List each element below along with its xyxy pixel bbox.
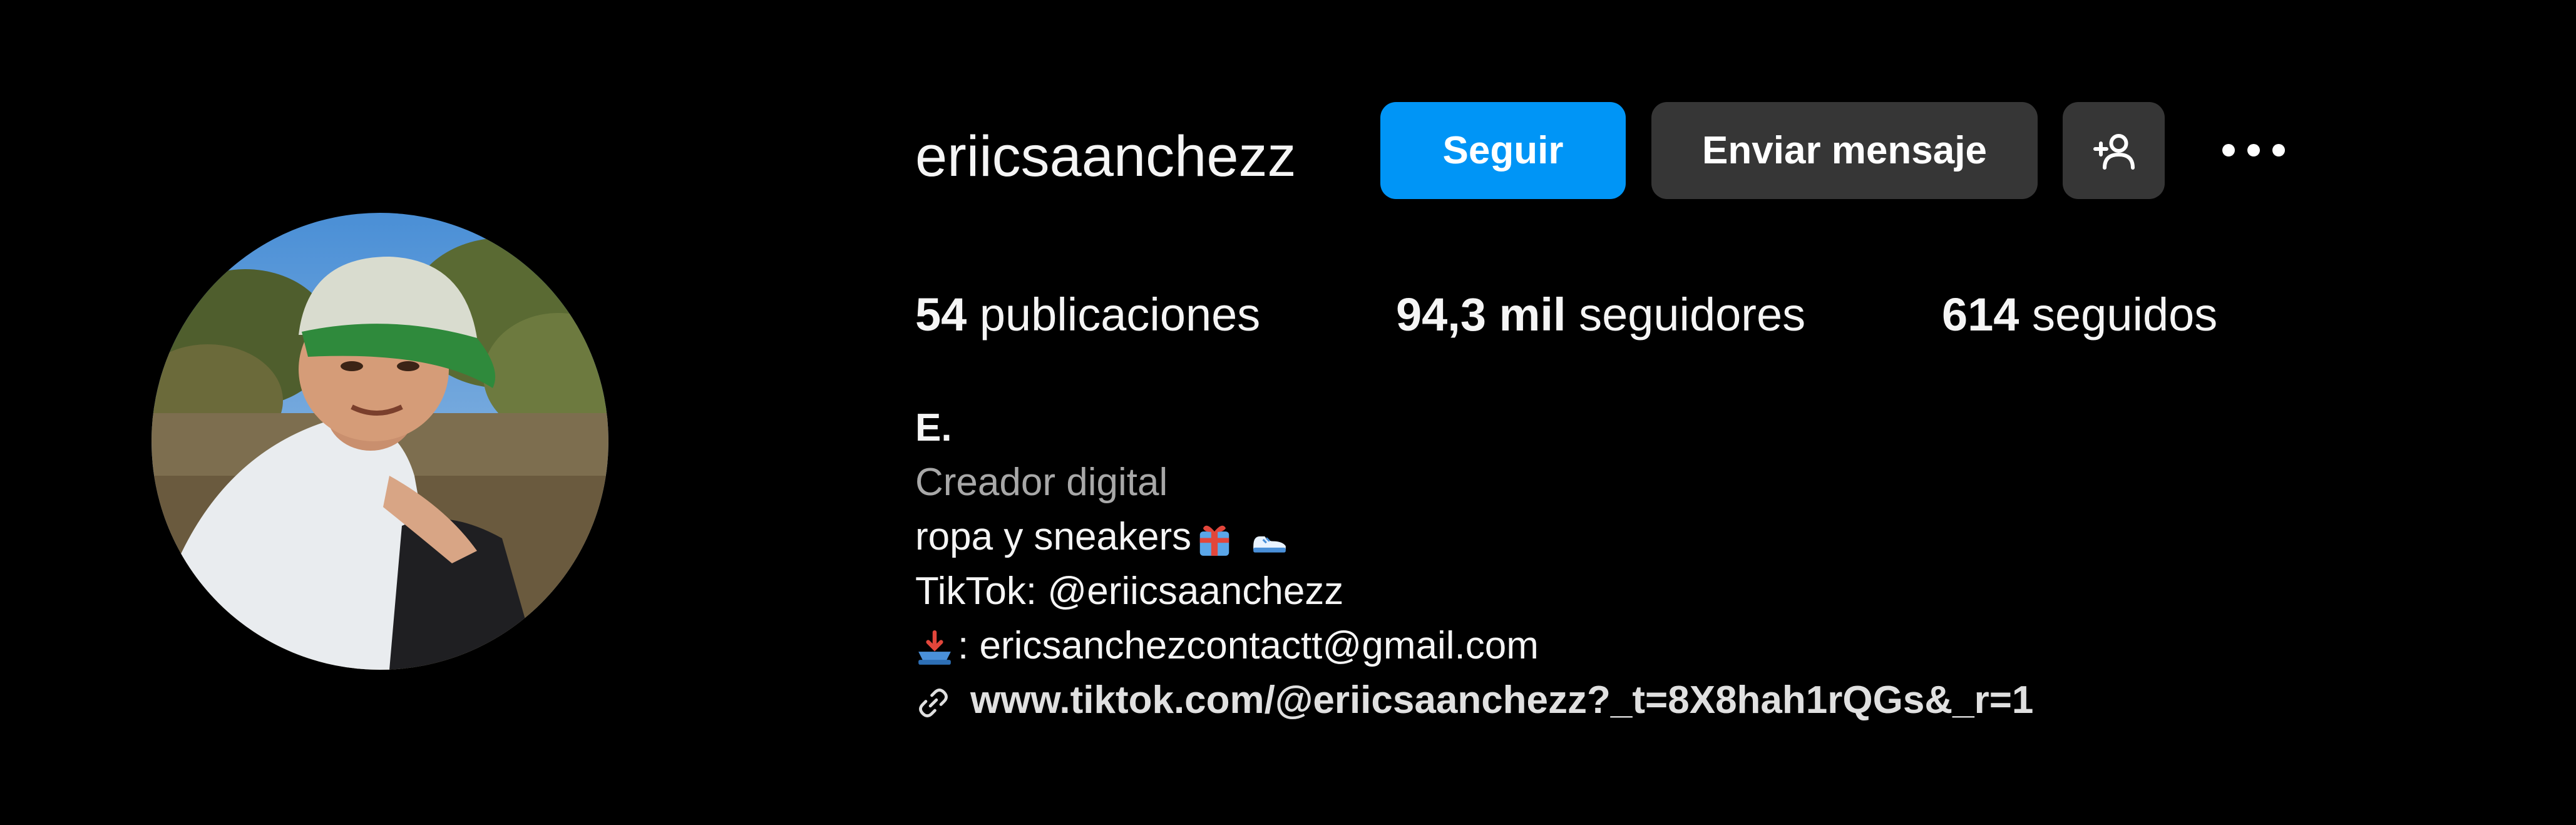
link-icon — [919, 688, 948, 717]
inbox-tray-icon — [918, 630, 951, 665]
bio-line-tiktok: TikTok: @eriicsaanchezz — [915, 570, 1344, 613]
bio-category: Creador digital — [915, 461, 1168, 504]
profile-stats: 54 publicaciones 94,3 mil seguidores 614… — [0, 280, 2576, 349]
bio-line-clothing: ropa y sneakers — [915, 510, 2033, 564]
followers-stat[interactable]: 94,3 mil seguidores — [1396, 280, 1805, 349]
posts-stat[interactable]: 54 publicaciones — [915, 280, 1260, 349]
gift-icon — [1199, 525, 1229, 556]
following-stat[interactable]: 614 seguidos — [1942, 280, 2217, 349]
follow-button[interactable]: Seguir — [1380, 102, 1626, 199]
followers-count: 94,3 mil — [1396, 289, 1566, 341]
following-count: 614 — [1942, 289, 2019, 341]
more-options-button[interactable] — [2216, 128, 2291, 172]
bio-line-email: : ericsanchezcontactt@gmail.com — [915, 618, 2033, 673]
posts-count: 54 — [915, 289, 967, 341]
profile-username: eriicsaanchezz — [915, 125, 1296, 188]
followers-label: seguidores — [1579, 289, 1806, 341]
sneaker-icon — [1253, 536, 1286, 553]
posts-label: publicaciones — [979, 289, 1261, 341]
bio-link[interactable]: www.tiktok.com/@eriicsaanchezz?_t=8X8hah… — [915, 673, 2033, 727]
more-options-icon — [2222, 144, 2285, 156]
add-person-icon — [2093, 133, 2135, 170]
suggested-accounts-button[interactable] — [2063, 102, 2165, 199]
bio-line-clothing-text: ropa y sneakers — [915, 515, 1192, 558]
following-label: seguidos — [2032, 289, 2218, 341]
bio-line-email-text: : ericsanchezcontactt@gmail.com — [958, 624, 1539, 667]
bio-name: E. — [915, 406, 952, 449]
bio-link-text[interactable]: www.tiktok.com/@eriicsaanchezz?_t=8X8hah… — [970, 679, 2033, 722]
profile-bio: E. Creador digital ropa y sneakers TikTo… — [915, 401, 2033, 727]
send-message-button[interactable]: Enviar mensaje — [1651, 102, 2038, 199]
